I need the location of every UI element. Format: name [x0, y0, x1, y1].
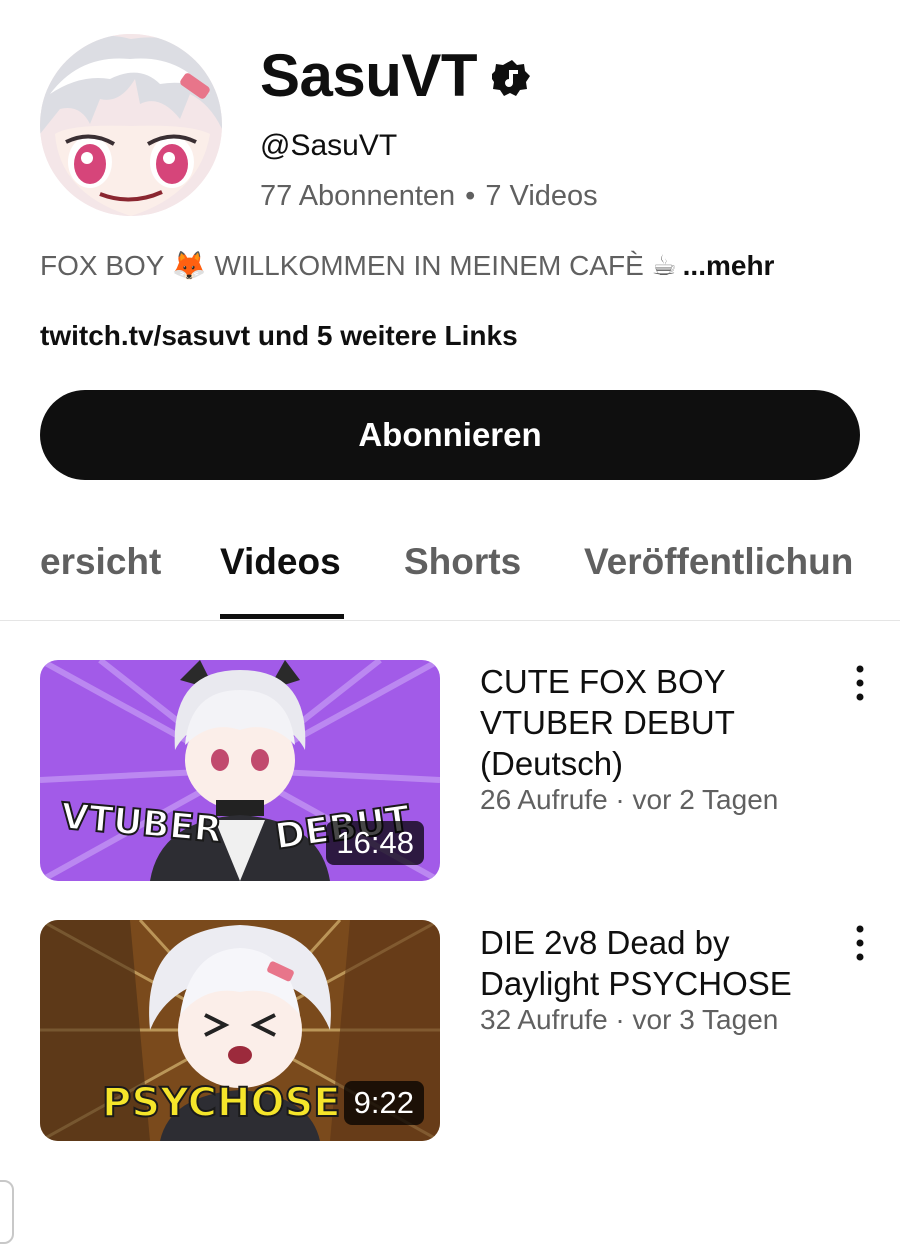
- channel-name: SasuVT: [260, 42, 478, 109]
- description-text: FOX BOY 🦊 WILLKOMMEN IN MEINEM CAFÈ ☕: [40, 250, 677, 281]
- channel-stats: 77 Abonnenten • 7 Videos: [260, 176, 598, 216]
- video-count: 7 Videos: [485, 180, 598, 212]
- tab-shorts[interactable]: Shorts: [404, 540, 521, 584]
- tab-overview[interactable]: ersicht: [40, 540, 161, 584]
- subscriber-count: 77 Abonnenten: [260, 180, 456, 212]
- channel-links[interactable]: twitch.tv/sasuvt und 5 weitere Links: [40, 316, 518, 356]
- verified-music-badge-icon: [490, 58, 532, 98]
- video-duration: 16:48: [326, 821, 424, 865]
- more-options-icon[interactable]: [842, 658, 878, 708]
- channel-handle: @SasuVT: [260, 129, 398, 162]
- video-thumbnail[interactable]: PSYCHOSE 9:22: [40, 920, 440, 1141]
- video-meta: 26 Aufrufe · vor 2 Tagen: [480, 784, 779, 815]
- video-meta: 32 Aufrufe · vor 3 Tagen: [480, 1004, 779, 1035]
- more-link[interactable]: ...mehr: [683, 250, 775, 281]
- channel-description[interactable]: FOX BOY 🦊 WILLKOMMEN IN MEINEM CAFÈ ☕...…: [40, 246, 774, 286]
- thumb-text: PSYCHOSE: [102, 1080, 341, 1126]
- video-title[interactable]: DIE 2v8 Dead by Daylight PSYCHOSE: [480, 922, 820, 1004]
- more-options-icon[interactable]: [842, 918, 878, 968]
- channel-avatar[interactable]: [40, 34, 222, 216]
- video-thumbnail[interactable]: VTUBER DEBUT 16:48: [40, 660, 440, 881]
- active-tab-indicator: [220, 614, 344, 619]
- scroll-edge-indicator: [0, 1180, 14, 1244]
- video-title[interactable]: CUTE FOX BOY VTUBER DEBUT (Deutsch): [480, 661, 820, 784]
- tab-posts[interactable]: Veröffentlichun: [584, 540, 853, 584]
- video-duration: 9:22: [343, 1081, 424, 1125]
- tab-videos[interactable]: Videos: [220, 540, 341, 584]
- channel-tabs: ersicht Videos Shorts Veröffentlichun: [0, 520, 900, 621]
- stats-separator: •: [465, 180, 476, 212]
- subscribe-button[interactable]: Abonnieren: [40, 390, 860, 480]
